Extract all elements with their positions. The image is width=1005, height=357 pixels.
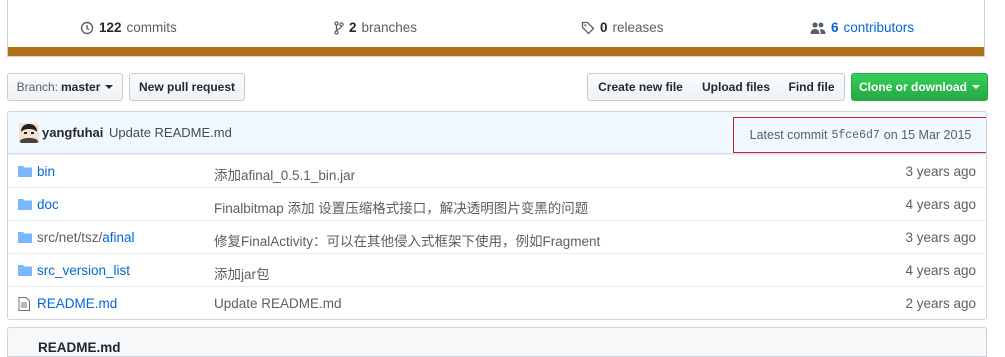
file-age: 2 years ago (905, 296, 976, 311)
latest-commit-info: Latest commit 5fce6d7 on 15 Mar 2015 (733, 117, 986, 153)
file-name-link[interactable]: README.md (37, 296, 117, 311)
file-name-leaf: afinal (102, 230, 135, 245)
file-commit-message[interactable]: Finalbitmap 添加 设置压缩格式接口，解决透明图片变黑的问题 (214, 197, 588, 217)
branches-label: branches (361, 20, 418, 35)
find-file-button[interactable]: Find file (779, 73, 845, 101)
file-path-prefix: src/net/tsz/ (37, 230, 103, 245)
releases-count: 0 (600, 20, 608, 35)
file-age: 4 years ago (905, 197, 976, 212)
language-bar (8, 47, 984, 56)
new-pull-request-button[interactable]: New pull request (129, 73, 245, 101)
branches-link[interactable]: 2 branches (334, 20, 417, 35)
chevron-down-icon (972, 85, 980, 89)
folder-icon (18, 166, 32, 177)
contributors-label: contributors (843, 20, 915, 35)
folder-icon (18, 199, 32, 210)
file-age: 4 years ago (905, 263, 976, 278)
branches-count: 2 (349, 20, 357, 35)
commit-author-link[interactable]: yangfuhai (42, 125, 103, 140)
tag-icon (581, 21, 595, 34)
table-row: src/net/tsz/afinal 修复FinalActivity：可以在其他… (8, 220, 986, 253)
file-name-link[interactable]: src/net/tsz/afinal (37, 230, 135, 245)
releases-label: releases (612, 20, 664, 35)
file-commit-message[interactable]: 添加jar包 (214, 263, 270, 283)
latest-commit-date: on 15 Mar 2015 (883, 128, 972, 142)
file-commit-message[interactable]: 修复FinalActivity：可以在其他侵入式框架下使用，例如Fragment (214, 230, 600, 250)
avatar[interactable] (19, 123, 39, 143)
contributors-count: 6 (831, 20, 839, 35)
upload-files-button[interactable]: Upload files (693, 73, 780, 101)
clone-label: Clone or download (859, 80, 967, 94)
commits-count: 122 (99, 20, 122, 35)
file-icon (18, 297, 30, 311)
readme-title: README.md (38, 340, 121, 355)
commits-label: commits (126, 20, 177, 35)
table-row: doc Finalbitmap 添加 设置压缩格式接口，解决透明图片变黑的问题 … (8, 187, 986, 220)
file-commit-message[interactable]: 添加afinal_0.5.1_bin.jar (214, 164, 355, 184)
latest-commit-prefix: Latest commit (749, 128, 828, 142)
releases-link[interactable]: 0 releases (581, 20, 664, 35)
table-row: bin 添加afinal_0.5.1_bin.jar 3 years ago (8, 154, 986, 187)
table-row: src_version_list 添加jar包 4 years ago (8, 253, 986, 286)
latest-commit-bar: yangfuhai Update README.md Latest commit… (8, 112, 986, 154)
file-table: yangfuhai Update README.md Latest commit… (7, 111, 987, 320)
file-commit-message[interactable]: Update README.md (214, 296, 342, 311)
history-icon (80, 21, 94, 34)
branch-icon (334, 20, 344, 35)
repo-summary: 122 commits 2 branches 0 releases 6 cont… (7, 0, 985, 57)
commit-message-link[interactable]: Update README.md (109, 125, 232, 140)
folder-icon (18, 232, 32, 243)
branch-select-button[interactable]: Branch: master (7, 73, 123, 101)
file-age: 3 years ago (905, 164, 976, 179)
branch-value: master (61, 80, 101, 94)
file-age: 3 years ago (905, 230, 976, 245)
readme-header: README.md (7, 327, 987, 357)
branch-label: Branch: (16, 80, 58, 94)
contributors-link[interactable]: 6 contributors (810, 20, 914, 35)
file-name-link[interactable]: bin (37, 164, 55, 179)
create-new-file-button[interactable]: Create new file (587, 73, 694, 101)
clone-or-download-button[interactable]: Clone or download (851, 73, 988, 101)
file-name-link[interactable]: doc (37, 197, 59, 212)
file-name-link[interactable]: src_version_list (37, 263, 130, 278)
people-icon (810, 21, 826, 34)
folder-icon (18, 265, 32, 276)
commit-sha-link[interactable]: 5fce6d7 (831, 129, 879, 142)
table-row: README.md Update README.md 2 years ago (8, 286, 986, 319)
chevron-down-icon (105, 85, 114, 89)
commits-link[interactable]: 122 commits (80, 20, 177, 35)
